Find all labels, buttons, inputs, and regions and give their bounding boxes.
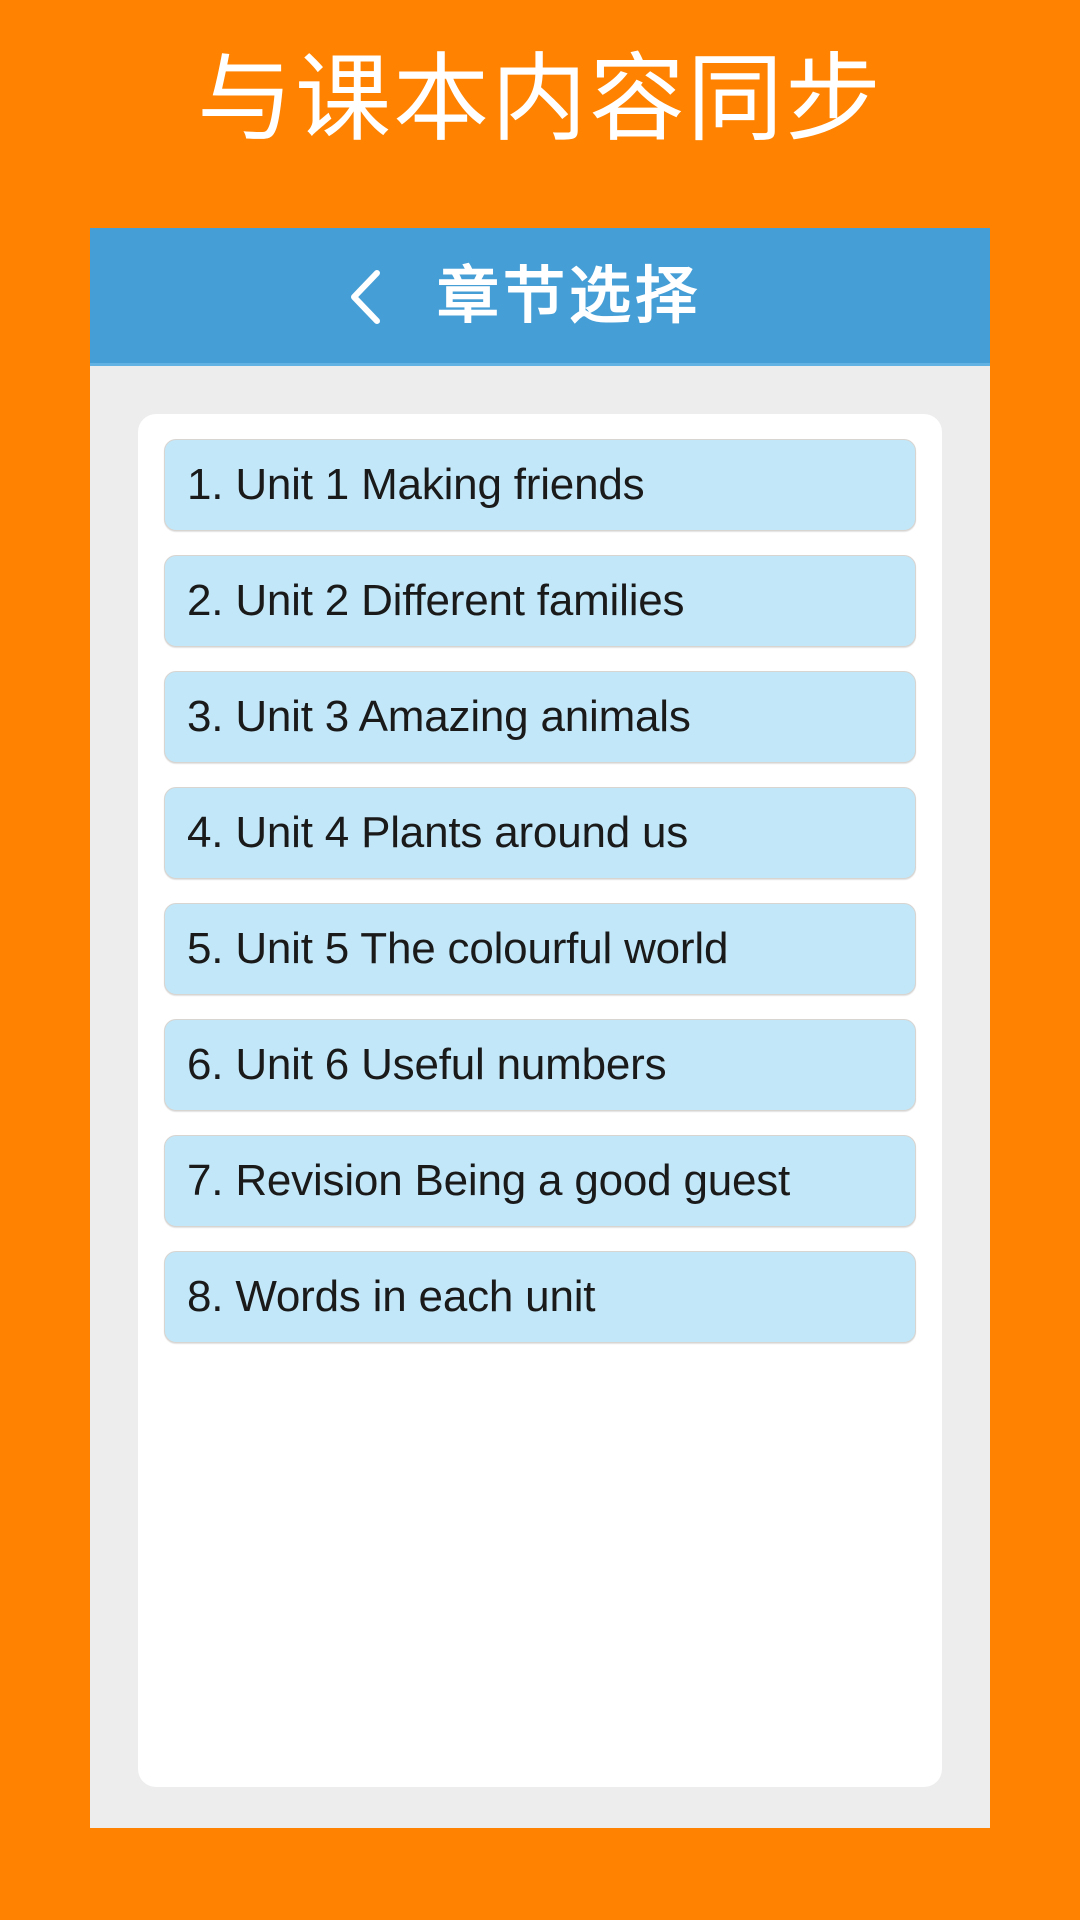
list-item[interactable]: 7. Revision Being a good guest — [164, 1135, 916, 1227]
appbar: 章节选择 — [90, 228, 990, 366]
content-card: 1. Unit 1 Making friends 2. Unit 2 Diffe… — [138, 414, 942, 1787]
chapter-item-label: 6. Unit 6 Useful numbers — [187, 1040, 667, 1089]
chevron-left-icon[interactable] — [343, 267, 389, 327]
app-frame: 章节选择 1. Unit 1 Making friends 2. Unit 2 … — [90, 228, 990, 1828]
chapter-item-label: 5. Unit 5 The colourful world — [187, 924, 729, 973]
chapter-item-label: 1. Unit 1 Making friends — [187, 460, 645, 509]
appbar-underline — [90, 363, 990, 366]
chapter-item-label: 4. Unit 4 Plants around us — [187, 808, 689, 857]
chapter-item-label: 7. Revision Being a good guest — [187, 1156, 791, 1205]
list-item[interactable]: 6. Unit 6 Useful numbers — [164, 1019, 916, 1111]
chapter-item-label: 2. Unit 2 Different families — [187, 576, 685, 625]
list-item[interactable]: 8. Words in each unit — [164, 1251, 916, 1343]
promo-headline: 与课本内容同步 — [197, 46, 883, 153]
list-item[interactable]: 2. Unit 2 Different families — [164, 555, 916, 647]
chapter-item-label: 3. Unit 3 Amazing animals — [187, 692, 691, 741]
chapter-list: 1. Unit 1 Making friends 2. Unit 2 Diffe… — [164, 439, 916, 1343]
list-item[interactable]: 3. Unit 3 Amazing animals — [164, 671, 916, 763]
appbar-content: 章节选择 — [343, 262, 701, 332]
list-item[interactable]: 5. Unit 5 The colourful world — [164, 903, 916, 995]
list-item[interactable]: 4. Unit 4 Plants around us — [164, 787, 916, 879]
appbar-title: 章节选择 — [436, 262, 701, 331]
list-item[interactable]: 1. Unit 1 Making friends — [164, 439, 916, 531]
chapter-item-label: 8. Words in each unit — [187, 1272, 596, 1321]
